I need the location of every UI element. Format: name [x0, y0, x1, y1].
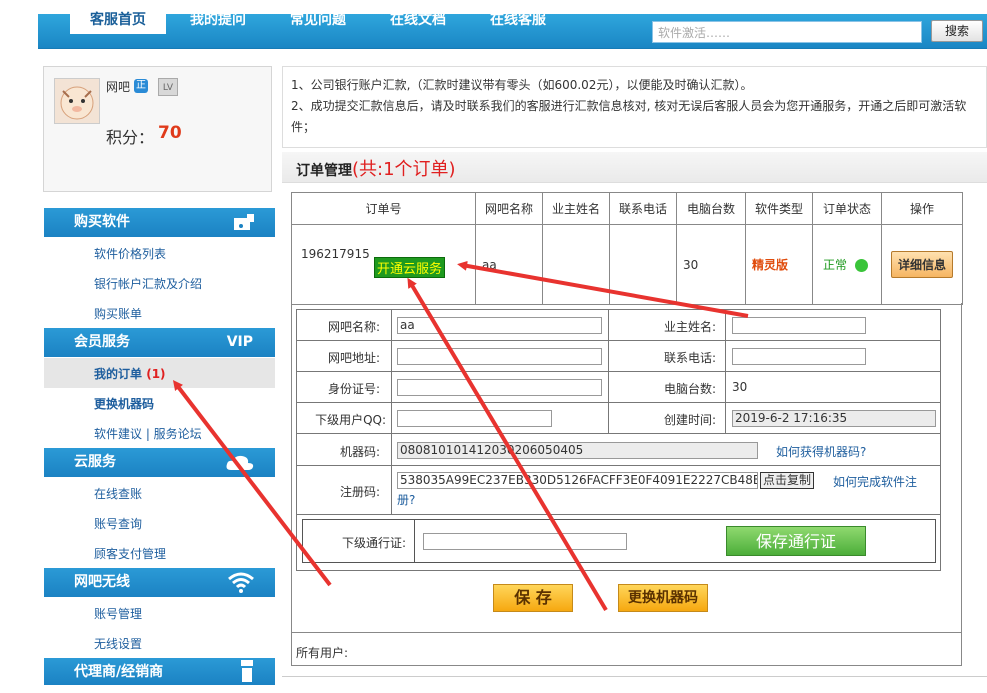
arrow-from-change-code [407, 277, 608, 612]
arrow-to-my-orders [172, 380, 332, 587]
arrow-to-cloud-service [457, 260, 749, 318]
annotation-arrows [172, 260, 749, 612]
